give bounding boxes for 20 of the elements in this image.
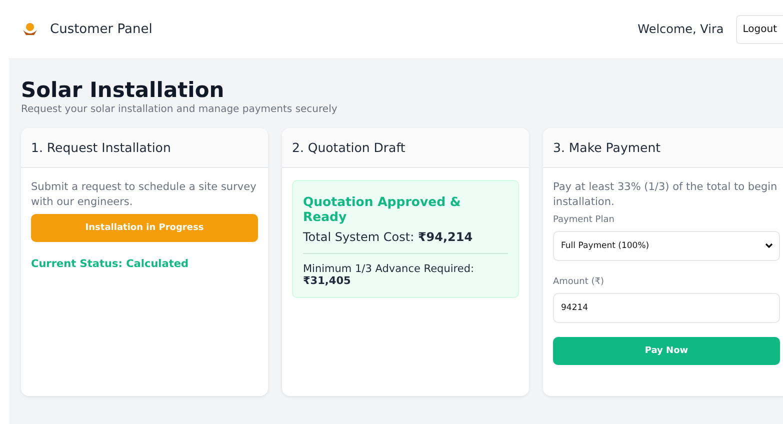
field-label: Payment Plan bbox=[553, 215, 614, 226]
page-subtitle: Request your solar installation and manage payments securely bbox=[21, 104, 338, 115]
card-description: Submit a request to schedule a site survey with our engineers. bbox=[31, 180, 258, 210]
quotation-heading: Quotation Approved & Ready bbox=[303, 194, 462, 224]
page-title: Solar Installation bbox=[21, 78, 226, 102]
total-cost: Total System Cost: ₹94,214 bbox=[303, 230, 508, 254]
current-status: Current Status: Calculated bbox=[31, 258, 190, 270]
sun-logo-icon bbox=[22, 22, 38, 36]
card-title: 3. Make Payment bbox=[553, 140, 661, 155]
card-title: 1. Request Installation bbox=[31, 140, 171, 155]
brand-name: Customer Panel bbox=[50, 22, 152, 36]
logout-button[interactable]: Logout bbox=[736, 14, 783, 44]
advance-required: Minimum 1/3 Advance Required: ₹31,405 bbox=[303, 263, 476, 287]
payment-plan-select[interactable]: Full Payment (100%) bbox=[553, 231, 780, 262]
welcome-text: Welcome, Vira bbox=[638, 22, 724, 36]
card-description: Pay at least 33% (1/3) of the total to begin installation. bbox=[553, 180, 778, 210]
amount-field[interactable]: 94214 bbox=[553, 293, 780, 324]
field-label: Amount (₹) bbox=[553, 277, 604, 288]
card-title: 2. Quotation Draft bbox=[292, 140, 406, 155]
chevron-down-icon bbox=[765, 243, 773, 250]
